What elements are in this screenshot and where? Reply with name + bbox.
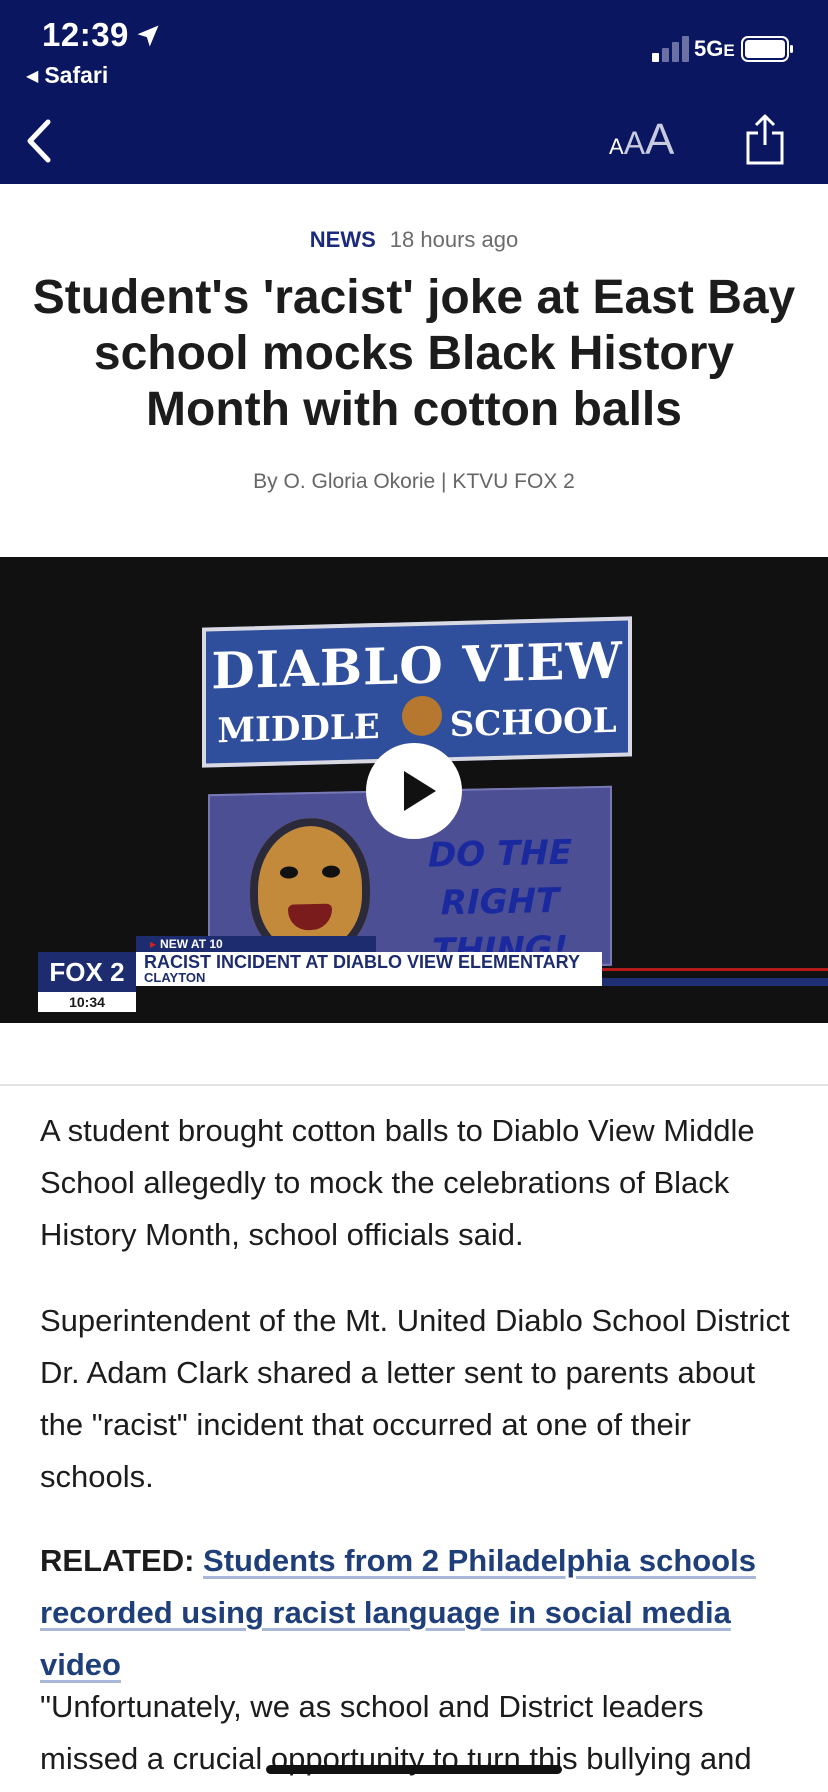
sign-sub-right: SCHOOL [449,700,617,746]
tag-arrow-icon: ▸ [150,937,157,951]
category-link[interactable]: NEWS [310,227,376,252]
text-size-large-icon: A [645,115,675,164]
sign-sub-left: MIDDLE [217,706,380,752]
back-chevron-icon[interactable] [24,118,54,164]
text-size-button[interactable]: AAA [609,115,674,165]
broadcast-lower-third: FOX 2 10:34 ▸ NEW AT 10 RACIST INCIDENT A… [0,936,828,1012]
network-suffix: E [723,41,735,60]
share-icon[interactable] [745,113,785,165]
home-indicator[interactable] [266,1765,562,1774]
broadcast-timestamp: 10:34 [38,992,136,1012]
related-paragraph: RELATED: Students from 2 Philadelphia sc… [40,1535,796,1691]
article-paragraph: A student brought cotton balls to Diablo… [40,1113,755,1252]
mascot-eye [322,865,340,878]
article-byline: By O. Gloria Okorie | KTVU FOX 2 [253,470,575,493]
article-paragraph: Superintendent of the Mt. United Diablo … [40,1303,790,1494]
article-meta: NEWS 18 hours ago [0,227,828,253]
channel-logo: FOX 2 [38,952,136,992]
related-label: RELATED: [40,1543,195,1578]
network-label: 5G [694,36,724,61]
text-size-medium-icon: A [623,125,646,161]
network-type: 5GE [694,36,735,62]
lower-third-tag: ▸ NEW AT 10 [136,936,376,952]
lower-third-main: RACIST INCIDENT AT DIABLO VIEW ELEMENTAR… [136,952,602,986]
back-to-app-link[interactable]: ◀ Safari [26,62,108,89]
section-divider [0,1084,828,1086]
lower-third-place: CLAYTON [144,970,206,985]
back-triangle-icon: ◀ [26,68,39,85]
text-size-small-icon: A [609,134,624,159]
battery-icon [741,36,793,62]
top-navigation-bar: 12:39 ◀ Safari 5GE AAA [0,0,828,184]
time-ago: 18 hours ago [389,227,519,252]
tag-label: NEW AT 10 [160,937,223,951]
status-time: 12:39 [42,16,129,53]
location-arrow-icon [137,25,159,47]
video-player[interactable]: DIABLO VIEW MIDDLE SCHOOL DO THE RIGHT T… [0,557,828,1023]
sign-title: DIABLO VIEW [211,630,623,701]
play-button[interactable] [366,743,462,839]
mascot-eye [280,866,298,879]
article-headline: Student's 'racist' joke at East Bay scho… [32,271,796,436]
cellular-signal-icon [652,36,689,62]
lower-third-headline: RACIST INCIDENT AT DIABLO VIEW ELEMENTAR… [144,952,580,972]
back-app-label: Safari [44,62,109,88]
play-icon [404,771,436,811]
mascot-mouth [288,903,332,931]
